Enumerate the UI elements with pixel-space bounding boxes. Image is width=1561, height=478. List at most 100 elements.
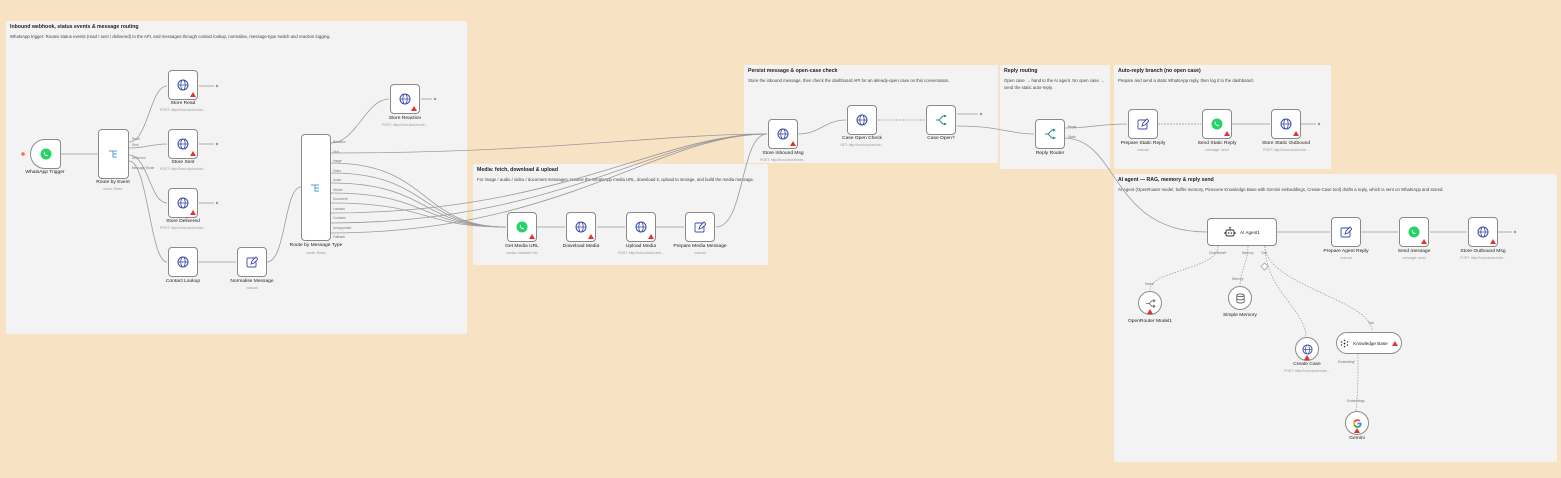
node-subtitle: media: mediaUrl Get bbox=[506, 251, 538, 255]
node-subtitle: manual bbox=[246, 286, 258, 290]
node-label: Normalise Message bbox=[230, 279, 274, 284]
route-port-label: Audio bbox=[333, 178, 342, 182]
warning-icon bbox=[190, 210, 196, 215]
warning-icon bbox=[1490, 239, 1496, 244]
globe-icon bbox=[575, 221, 587, 233]
node-label: Route by Message Type bbox=[289, 243, 343, 248]
route-port-label: Contacts bbox=[333, 216, 346, 220]
edit-icon bbox=[246, 256, 258, 268]
node-subtitle: manual bbox=[694, 251, 706, 255]
ai-agent-node[interactable]: AI Agent1 bbox=[1207, 218, 1277, 246]
warning-icon bbox=[1304, 355, 1310, 360]
case-open-node[interactable] bbox=[926, 105, 956, 135]
node-subtitle: POST: http://host.docker.inte... bbox=[1460, 256, 1506, 260]
openrouter-icon bbox=[1145, 298, 1156, 308]
route-icon bbox=[108, 150, 117, 158]
globe-icon bbox=[399, 93, 411, 105]
globe-icon bbox=[635, 221, 647, 233]
port-embedding: Embedding* bbox=[1338, 360, 1356, 364]
port-embeddings: Embeddings bbox=[1347, 399, 1365, 403]
edit-icon bbox=[1340, 226, 1352, 238]
pinecone-icon bbox=[1341, 339, 1349, 347]
node-subtitle: POST: http://host.docker.inte... bbox=[382, 123, 428, 127]
whatsapp-icon bbox=[1408, 226, 1420, 238]
node-label: Store Delivered bbox=[166, 219, 200, 224]
warning-icon bbox=[529, 234, 535, 239]
port-reply: Reply bbox=[1068, 125, 1077, 129]
node-label: Store Inbound Msg bbox=[762, 151, 804, 156]
warning-icon bbox=[1391, 340, 1398, 346]
port-read: Read bbox=[132, 137, 140, 141]
edit-icon bbox=[1137, 118, 1149, 130]
route-port-label: Image bbox=[333, 159, 342, 163]
knowledge-base-node[interactable]: Knowledge Base bbox=[1336, 332, 1402, 354]
node-label: OpenRouter Model1 bbox=[1127, 319, 1173, 324]
node-subtitle: POST: http://host.docker.inte... bbox=[160, 108, 206, 112]
prepare-static-reply-node[interactable] bbox=[1128, 109, 1158, 139]
globe-icon bbox=[856, 114, 868, 126]
port-tool: Tool bbox=[1261, 251, 1267, 255]
node-label: Store Static Outbound bbox=[1261, 141, 1311, 146]
route-port-label: Video bbox=[333, 168, 342, 173]
port-static: Static bbox=[1068, 135, 1076, 139]
prepare-media-message-node[interactable] bbox=[685, 212, 715, 242]
node-subtitle: POST: http://host.docker.inte... bbox=[160, 226, 206, 230]
case-open-check-node[interactable] bbox=[847, 105, 877, 135]
node-label: Simple Memory bbox=[1223, 313, 1257, 318]
node-label: Route by Event bbox=[96, 180, 130, 185]
route-by-event-node[interactable] bbox=[98, 129, 129, 179]
connections-layer bbox=[21, 84, 1517, 412]
warning-icon bbox=[588, 234, 594, 239]
whatsapp-icon bbox=[1211, 118, 1223, 130]
globe-icon bbox=[177, 138, 189, 150]
port-memory-sub: Memory bbox=[1232, 277, 1244, 281]
globe-icon bbox=[1301, 343, 1313, 355]
whatsapp-trigger-node[interactable] bbox=[30, 139, 61, 169]
google-icon bbox=[1352, 418, 1362, 428]
robot-icon bbox=[1224, 226, 1236, 237]
port-memory: Memory bbox=[1242, 251, 1254, 255]
reply-router-node[interactable] bbox=[1035, 119, 1065, 149]
node-subtitle: GET: http://host.docker.inte... bbox=[840, 143, 884, 147]
database-icon bbox=[1235, 293, 1245, 303]
globe-icon bbox=[1477, 226, 1489, 238]
node-subtitle: POST: http://host.docker.inte... bbox=[1263, 148, 1309, 152]
warning-icon bbox=[1147, 309, 1153, 314]
node-subtitle: mode: Rules bbox=[103, 187, 123, 191]
route-port-label: Unsupported bbox=[333, 225, 352, 230]
warning-icon bbox=[648, 234, 654, 239]
whatsapp-icon bbox=[40, 148, 51, 160]
warning-icon bbox=[1224, 131, 1230, 136]
node-label: Case Open Check bbox=[842, 136, 882, 141]
route-port-label: Location bbox=[333, 206, 346, 211]
switch-icon bbox=[1045, 128, 1056, 140]
node-subtitle: POST: http://host.docker.inte... bbox=[760, 158, 806, 162]
node-label: Store Reaction bbox=[388, 116, 422, 121]
warning-icon bbox=[1293, 131, 1299, 136]
workflow-canvas[interactable]: Inbound webhook, status events & message… bbox=[0, 0, 1561, 478]
route-port-label: Text bbox=[333, 149, 339, 154]
route-port-label: Reaction bbox=[333, 140, 346, 144]
normalise-message-node[interactable] bbox=[237, 247, 267, 277]
node-subtitle: POST: http://host.docker.inte... bbox=[1284, 369, 1330, 373]
warning-icon bbox=[411, 106, 417, 111]
globe-icon bbox=[177, 197, 189, 209]
route-port-label: Sticker bbox=[333, 187, 343, 192]
node-label: AI Agent1 bbox=[1240, 229, 1260, 235]
simple-memory-node[interactable] bbox=[1228, 286, 1252, 310]
route-port-label: Document bbox=[333, 197, 348, 201]
contact-lookup-node[interactable] bbox=[168, 247, 198, 277]
globe-icon bbox=[777, 128, 789, 140]
warning-icon bbox=[1421, 239, 1427, 244]
node-label: Gemini bbox=[1349, 436, 1365, 441]
node-label: Knowledge Base bbox=[1353, 340, 1388, 346]
switch-icon bbox=[936, 114, 947, 126]
node-label: Store Outbound Msg bbox=[1460, 249, 1506, 254]
warning-icon bbox=[190, 92, 196, 97]
prepare-agent-reply-node[interactable] bbox=[1331, 217, 1361, 247]
route-by-message-type-node[interactable] bbox=[301, 134, 331, 241]
node-label: Reply Router bbox=[1035, 151, 1065, 156]
node-subtitle: mode: Rules bbox=[306, 251, 326, 255]
globe-icon bbox=[1280, 118, 1292, 130]
route-port-label: Fallback bbox=[333, 235, 345, 239]
